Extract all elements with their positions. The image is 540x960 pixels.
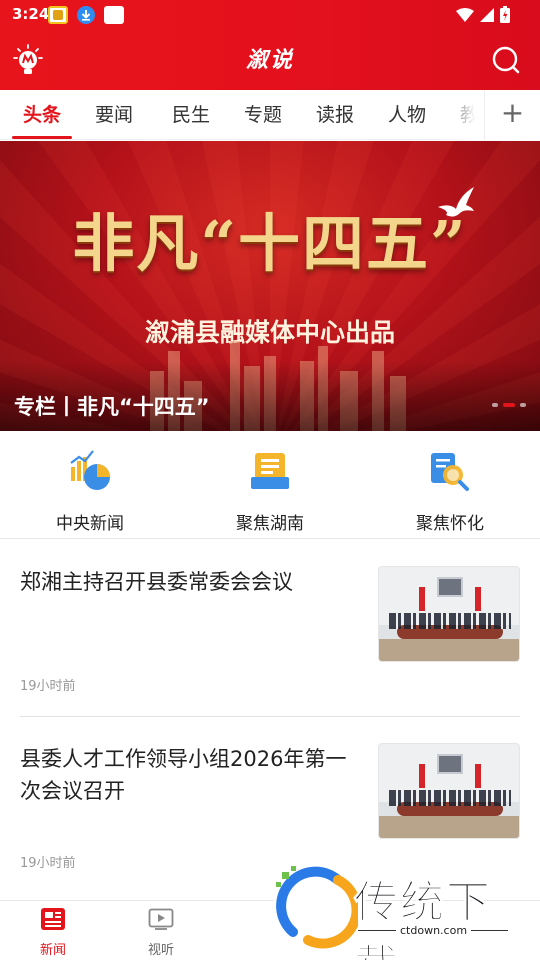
- nav-label: 新闻: [39, 943, 66, 958]
- news-title: 县委人才工作领导小组2026年第一次会议召开: [20, 747, 347, 803]
- news-time: 19小时前: [20, 679, 76, 694]
- news-icon: [41, 908, 65, 930]
- quick-link-label: 中央新闻: [56, 514, 124, 534]
- carousel-indicators: [492, 403, 526, 407]
- thumb-flag: [475, 764, 481, 788]
- tab-topics[interactable]: 专题: [244, 100, 282, 127]
- video-icon: [148, 908, 174, 930]
- newspaper-icon: [251, 453, 289, 489]
- system-indicators: [456, 6, 510, 23]
- watermark-text: 传统下载: [354, 877, 492, 960]
- tab-newspaper[interactable]: 读报: [316, 100, 354, 127]
- thumb-people: [389, 613, 511, 629]
- search-icon[interactable]: [492, 46, 520, 74]
- thumb-people: [389, 790, 511, 806]
- news-thumbnail: [378, 566, 520, 662]
- app-notification-icon-2: [104, 6, 124, 24]
- chart-icon: [70, 450, 110, 490]
- quick-link-huaihua[interactable]: 聚焦怀化: [360, 449, 540, 534]
- nav-news[interactable]: 新闻: [3, 907, 103, 958]
- thumb-screen: [437, 754, 463, 774]
- featured-banner[interactable]: 非凡“十四五” 溆浦县融媒体中心出品 专栏丨非凡“十四五”: [0, 141, 540, 431]
- watermark-logo: [273, 866, 358, 949]
- quick-links: 中央新闻 聚焦湖南 聚焦怀化: [0, 431, 540, 539]
- news-time: 19小时前: [20, 856, 76, 871]
- carousel-dot[interactable]: [492, 403, 498, 407]
- quick-link-central-news[interactable]: 中央新闻: [0, 449, 180, 534]
- tab-fade: [440, 90, 484, 140]
- thumb-flag: [419, 587, 425, 611]
- battery-icon: [500, 6, 510, 23]
- category-tabs: 头条 要闻 民生 专题 读报 人物 教育 +: [0, 90, 540, 140]
- nav-label: 视听: [147, 943, 174, 958]
- status-time: 3:24: [12, 5, 50, 23]
- thumb-floor: [379, 816, 519, 838]
- tab-headline[interactable]: 头条: [23, 100, 61, 127]
- tab-people[interactable]: 人物: [388, 100, 426, 127]
- magnifier-icon: [431, 453, 469, 491]
- news-thumbnail: [378, 743, 520, 839]
- signal-icon: [480, 7, 494, 22]
- app-notification-icon: [48, 6, 68, 24]
- news-title: 郑湘主持召开县委常委会会议: [20, 570, 293, 594]
- watermark: 传统下载 ctdown.com: [262, 858, 532, 960]
- nav-video[interactable]: 视听: [111, 907, 211, 958]
- dove-icon: [438, 187, 474, 217]
- quick-link-label: 聚焦湖南: [236, 514, 304, 534]
- banner-caption: 专栏丨非凡“十四五”: [14, 395, 210, 419]
- news-item[interactable]: 郑湘主持召开县委常委会会议 19小时前: [20, 540, 520, 717]
- download-notification-icon: [77, 6, 95, 24]
- carousel-dot-active[interactable]: [503, 403, 515, 407]
- thumb-floor: [379, 639, 519, 661]
- app-bar: 溆说: [0, 30, 540, 90]
- watermark-url: ctdown.com: [396, 924, 472, 937]
- thumb-flag: [419, 764, 425, 788]
- wifi-icon: [456, 7, 474, 22]
- quick-link-hunan[interactable]: 聚焦湖南: [180, 449, 360, 534]
- tab-news[interactable]: 要闻: [95, 100, 133, 127]
- active-tab-indicator: [12, 136, 72, 139]
- top-bar: 3:24 溆说: [0, 0, 540, 90]
- carousel-dot[interactable]: [520, 403, 526, 407]
- thumb-flag: [475, 587, 481, 611]
- add-tab-button[interactable]: +: [484, 90, 540, 140]
- app-title: 溆说: [245, 48, 294, 73]
- tab-livelihood[interactable]: 民生: [172, 100, 210, 127]
- quick-link-label: 聚焦怀化: [416, 514, 484, 534]
- thumb-screen: [437, 577, 463, 597]
- status-bar: 3:24: [0, 0, 540, 30]
